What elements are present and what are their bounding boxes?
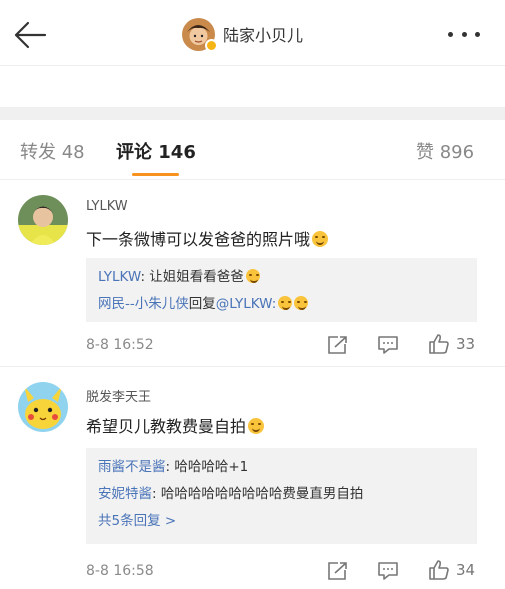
- smile-emoji-icon: [312, 231, 329, 247]
- comment-time: 8-8 16:52: [86, 337, 154, 353]
- avatar[interactable]: [182, 17, 218, 52]
- section-gap: [0, 107, 505, 120]
- avatar[interactable]: [18, 382, 68, 432]
- comment-username[interactable]: 脱发李天王: [86, 386, 151, 405]
- reply-box[interactable]: LYLKW: 让姐姐看看爸爸 网民--小朱儿侠回复@LYLKW:: [86, 258, 477, 322]
- reply-username[interactable]: LYLKW: [98, 269, 140, 285]
- tab-bar: 转发 48 评论 146 赞 896: [0, 122, 505, 180]
- share-icon[interactable]: [326, 561, 348, 581]
- comment-text: 希望贝儿教教费曼自拍: [86, 413, 265, 437]
- comment-username[interactable]: LYLKW: [86, 199, 128, 214]
- back-button[interactable]: [12, 20, 48, 50]
- tab-likes[interactable]: 赞 896: [416, 138, 474, 164]
- page-title: 陆家小贝儿: [223, 26, 304, 45]
- verified-badge-icon: [205, 38, 218, 52]
- divider: [0, 366, 505, 367]
- share-icon[interactable]: [326, 335, 348, 355]
- profile-title[interactable]: 陆家小贝儿: [182, 16, 303, 52]
- reply-username[interactable]: 网民--小朱儿侠: [98, 296, 189, 312]
- more-dots-icon: [448, 31, 453, 37]
- more-button[interactable]: [444, 22, 484, 46]
- tab-repost[interactable]: 转发 48: [20, 138, 85, 164]
- laugh-emoji-icon: [294, 296, 309, 310]
- reply-line: 安妮特酱: 哈哈哈哈哈哈哈哈哈费曼直男自拍: [98, 486, 364, 502]
- active-tab-indicator: [132, 173, 179, 176]
- comment-time: 8-8 16:58: [86, 563, 154, 579]
- avatar[interactable]: [18, 195, 68, 245]
- reply-line: 网民--小朱儿侠回复@LYLKW:: [98, 291, 465, 318]
- like-button[interactable]: 34: [428, 559, 475, 581]
- reply-username[interactable]: 雨酱不是酱: [98, 459, 166, 475]
- reply-line: LYLKW: 让姐姐看看爸爸: [98, 264, 465, 291]
- like-count: 34: [456, 561, 476, 579]
- reply-line: 雨酱不是酱: 哈哈哈哈+1: [98, 459, 249, 475]
- reply-icon[interactable]: [377, 335, 399, 355]
- arrow-left-icon: [14, 21, 47, 49]
- like-button[interactable]: 33: [428, 333, 475, 355]
- top-bar: 陆家小贝儿: [0, 0, 505, 66]
- more-replies-link[interactable]: 共5条回复 >: [98, 508, 465, 535]
- smile-emoji-icon: [248, 418, 265, 434]
- thumbs-up-icon: [429, 334, 449, 354]
- reply-username[interactable]: 安妮特酱: [98, 486, 152, 502]
- thumbs-up-icon: [429, 560, 449, 580]
- reply-icon[interactable]: [377, 561, 399, 581]
- reply-box[interactable]: 雨酱不是酱: 哈哈哈哈+1 安妮特酱: 哈哈哈哈哈哈哈哈哈费曼直男自拍 共5条回…: [86, 448, 477, 544]
- laugh-emoji-icon: [278, 296, 293, 310]
- comment-text: 下一条微博可以发爸爸的照片哦: [86, 226, 329, 250]
- like-count: 33: [456, 335, 476, 353]
- smile-emoji-icon: [245, 269, 260, 283]
- reply-mention[interactable]: @LYLKW: [216, 296, 272, 312]
